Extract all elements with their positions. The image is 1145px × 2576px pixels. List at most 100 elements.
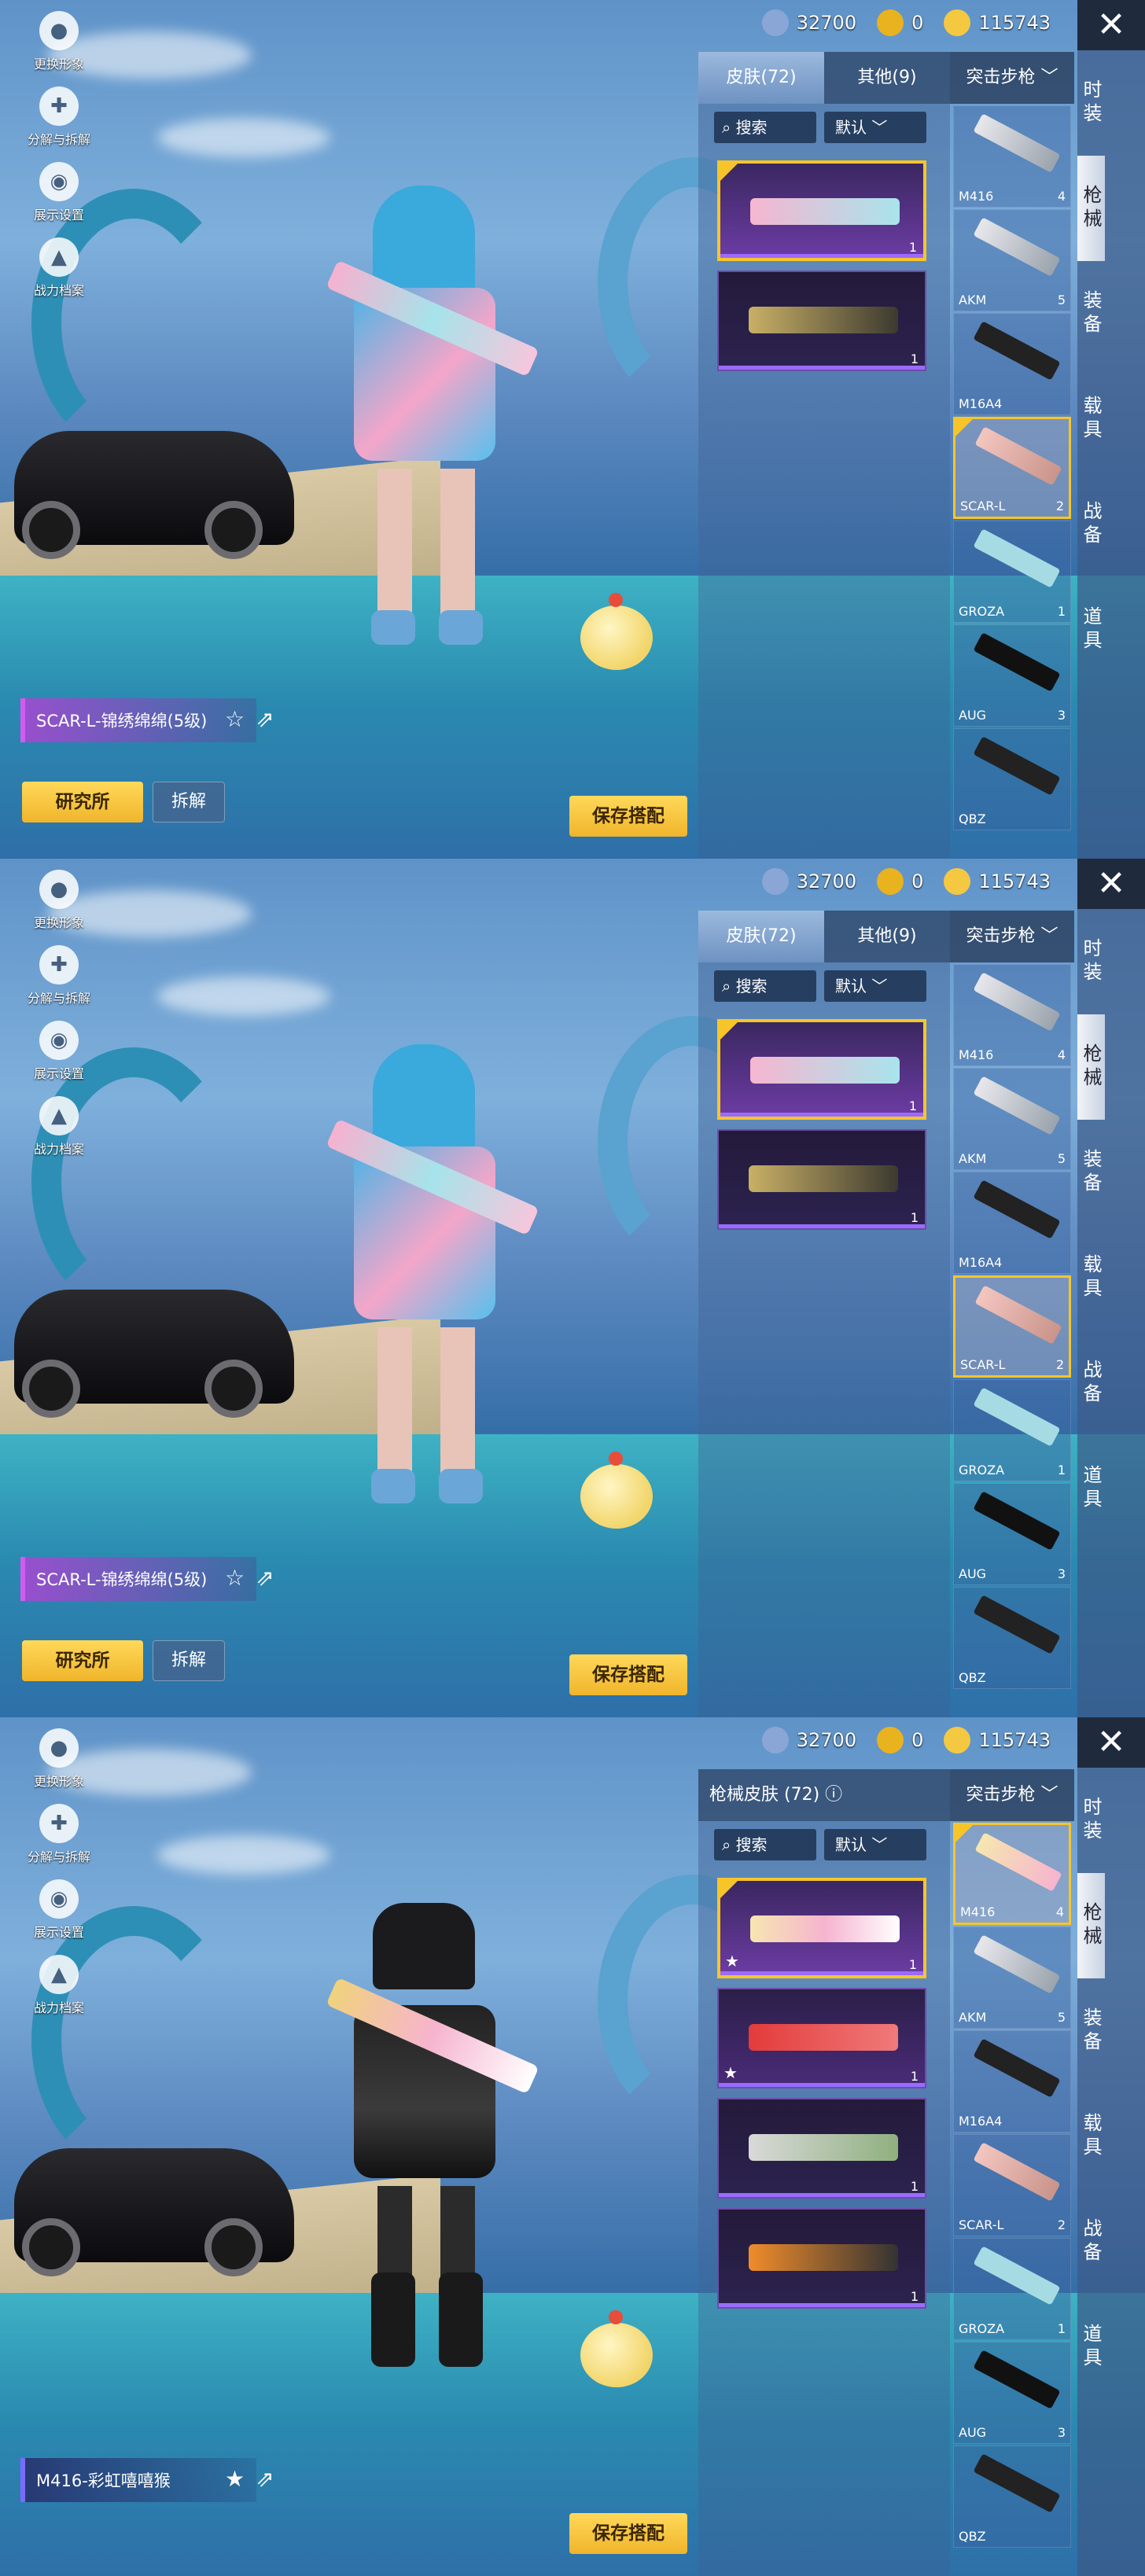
save-outfit-button[interactable]: 保存搭配 xyxy=(569,1654,687,1695)
display-settings[interactable]: ◉ 展示设置 xyxy=(0,1879,118,1955)
category-guns[interactable]: 枪械 xyxy=(1077,1014,1105,1120)
search-input[interactable]: ⌕ 搜索 xyxy=(714,970,816,1002)
save-outfit-button[interactable]: 保存搭配 xyxy=(569,796,687,837)
category-fashion[interactable]: 时装 xyxy=(1077,1768,1105,1873)
sort-dropdown[interactable]: 默认 ﹀ xyxy=(824,112,926,143)
dismantle-button[interactable]: 拆解 xyxy=(153,1640,225,1681)
change-appearance[interactable]: ● 更换形象 xyxy=(0,11,118,86)
uc-coin-icon xyxy=(944,868,971,895)
skin-card[interactable]: ★ 1 xyxy=(717,1988,926,2088)
tab-skins[interactable]: 皮肤(72) xyxy=(698,911,824,962)
close-icon[interactable]: ✕ xyxy=(1077,1717,1145,1768)
display-settings[interactable]: ◉ 展示设置 xyxy=(0,162,118,237)
chick-mascot xyxy=(580,593,653,670)
decompose[interactable]: ✚ 分解与拆解 xyxy=(0,1804,118,1879)
search-input[interactable]: ⌕ 搜索 xyxy=(714,112,816,143)
weapon-item[interactable]: GROZA 1 xyxy=(953,521,1071,623)
weapon-filter-dropdown[interactable]: 突击步枪 ﹀ xyxy=(950,52,1074,104)
eye-icon: ◉ xyxy=(39,1879,79,1919)
weapon-item[interactable]: M16A4 xyxy=(953,313,1071,415)
skin-card[interactable]: 1 xyxy=(717,2208,926,2309)
lab-button[interactable]: 研究所 xyxy=(22,782,143,822)
power-archive[interactable]: ▲ 战力档案 xyxy=(0,1096,118,1172)
tab-other[interactable]: 其他(9) xyxy=(824,911,950,962)
tab-skins[interactable]: 皮肤(72) xyxy=(698,52,824,104)
skin-card[interactable]: ★ 1 xyxy=(717,1878,926,1978)
car-image xyxy=(14,431,294,559)
ag-coin-icon xyxy=(877,9,904,36)
weapon-item[interactable]: AUG 3 xyxy=(953,2342,1071,2444)
weapon-item[interactable]: M16A4 xyxy=(953,1172,1071,1274)
weapon-item[interactable]: AUG 3 xyxy=(953,1483,1071,1585)
sort-dropdown[interactable]: 默认 ﹀ xyxy=(824,1829,926,1860)
category-items[interactable]: 道具 xyxy=(1077,1436,1105,1541)
weapon-item[interactable]: M416 4 xyxy=(953,1823,1071,1925)
category-gear[interactable]: 战备 xyxy=(1077,1330,1105,1436)
weapon-item[interactable]: QBZ xyxy=(953,728,1071,830)
share-icon[interactable]: ⇗ xyxy=(256,1565,274,1591)
weapon-filter-dropdown[interactable]: 突击步枪 ﹀ xyxy=(950,911,1074,962)
weapon-item[interactable]: QBZ xyxy=(953,1587,1071,1689)
dismantle-button[interactable]: 拆解 xyxy=(153,782,225,822)
star-icon[interactable]: ☆ xyxy=(225,1565,245,1591)
weapon-item[interactable]: SCAR-L 2 xyxy=(953,417,1071,519)
category-guns[interactable]: 枪械 xyxy=(1077,1873,1105,1978)
skin-card[interactable]: 1 xyxy=(717,2098,926,2199)
tab-other[interactable]: 其他(9) xyxy=(824,52,950,104)
change-appearance[interactable]: ● 更换形象 xyxy=(0,1728,118,1804)
category-equipment[interactable]: 装备 xyxy=(1077,1120,1105,1225)
lab-button[interactable]: 研究所 xyxy=(22,1640,143,1681)
weapon-item[interactable]: M416 4 xyxy=(953,964,1071,1066)
category-items[interactable]: 道具 xyxy=(1077,2294,1105,2400)
decompose[interactable]: ✚ 分解与拆解 xyxy=(0,945,118,1021)
power-archive[interactable]: ▲ 战力档案 xyxy=(0,237,118,313)
weapon-item[interactable]: SCAR-L 2 xyxy=(953,2134,1071,2236)
sort-dropdown[interactable]: 默认 ﹀ xyxy=(824,970,926,1002)
change-appearance[interactable]: ● 更换形象 xyxy=(0,870,118,945)
weapon-item[interactable]: M416 4 xyxy=(953,105,1071,208)
weapon-item[interactable]: AKM 5 xyxy=(953,209,1071,311)
category-equipment[interactable]: 装备 xyxy=(1077,261,1105,366)
weapon-filter-dropdown[interactable]: 突击步枪 ﹀ xyxy=(950,1769,1074,1821)
skin-card[interactable]: 1 xyxy=(717,270,926,371)
weapon-item[interactable]: SCAR-L 2 xyxy=(953,1275,1071,1378)
power-archive[interactable]: ▲ 战力档案 xyxy=(0,1955,118,2030)
category-items[interactable]: 道具 xyxy=(1077,577,1105,683)
category-vehicles[interactable]: 载具 xyxy=(1077,1225,1105,1330)
weapon-item[interactable]: GROZA 1 xyxy=(953,2238,1071,2340)
puzzle-icon: ✚ xyxy=(39,86,79,126)
category-gear[interactable]: 战备 xyxy=(1077,2189,1105,2294)
search-input[interactable]: ⌕ 搜索 xyxy=(714,1829,816,1860)
skin-panel: 皮肤(72) 其他(9) ⌕ 搜索 默认 ﹀ 1 1 xyxy=(698,52,950,859)
skin-card[interactable]: 1 xyxy=(717,1129,926,1230)
close-icon[interactable]: ✕ xyxy=(1077,859,1145,909)
skin-card[interactable]: 1 xyxy=(717,1019,926,1120)
save-outfit-button[interactable]: 保存搭配 xyxy=(569,2513,687,2554)
share-icon[interactable]: ⇗ xyxy=(256,2466,274,2492)
chick-mascot xyxy=(580,1452,653,1529)
weapon-item[interactable]: QBZ xyxy=(953,2445,1071,2548)
category-fashion[interactable]: 时装 xyxy=(1077,50,1105,156)
category-gear[interactable]: 战备 xyxy=(1077,472,1105,577)
star-icon[interactable]: ★ xyxy=(225,2466,245,2492)
person-icon: ● xyxy=(39,1728,79,1768)
star-icon[interactable]: ☆ xyxy=(225,706,245,732)
weapon-item[interactable]: AKM 5 xyxy=(953,1068,1071,1170)
category-vehicles[interactable]: 载具 xyxy=(1077,366,1105,472)
weapon-item[interactable]: AUG 3 xyxy=(953,624,1071,727)
weapon-item[interactable]: GROZA 1 xyxy=(953,1379,1071,1481)
weapon-item[interactable]: M16A4 xyxy=(953,2030,1071,2133)
category-guns[interactable]: 枪械 xyxy=(1077,156,1105,261)
share-icon[interactable]: ⇗ xyxy=(256,706,274,732)
display-settings[interactable]: ◉ 展示设置 xyxy=(0,1021,118,1096)
skin-card[interactable]: 1 xyxy=(717,160,926,261)
chick-mascot xyxy=(580,2310,653,2387)
currency-bar: 32700 0 115743 xyxy=(761,1727,1051,1754)
category-fashion[interactable]: 时装 xyxy=(1077,909,1105,1014)
category-equipment[interactable]: 装备 xyxy=(1077,1978,1105,2084)
category-sidebar: 时装 枪械 装备 载具 战备 道具 xyxy=(1077,50,1145,859)
weapon-item[interactable]: AKM 5 xyxy=(953,1926,1071,2029)
decompose[interactable]: ✚ 分解与拆解 xyxy=(0,86,118,162)
close-icon[interactable]: ✕ xyxy=(1077,0,1145,50)
category-vehicles[interactable]: 载具 xyxy=(1077,2084,1105,2189)
